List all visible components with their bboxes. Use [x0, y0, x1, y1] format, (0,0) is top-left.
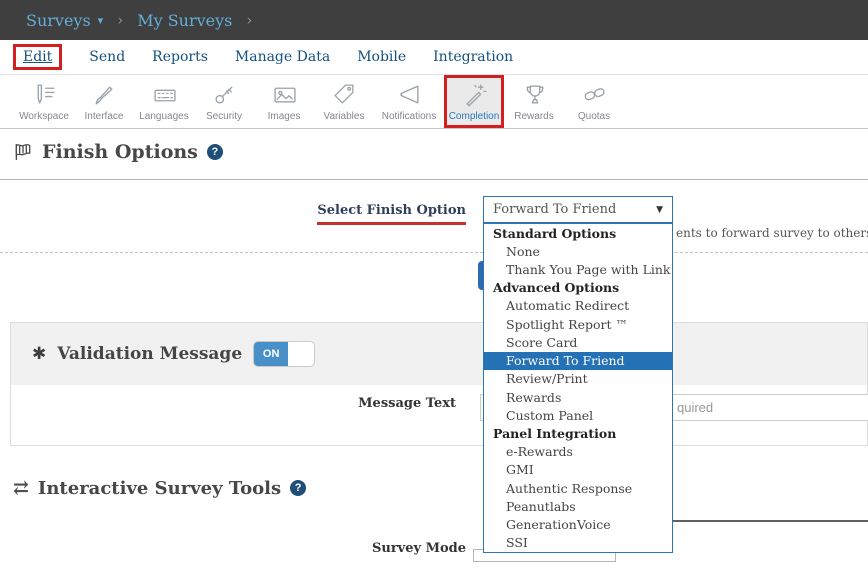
toolbar-label: Variables — [324, 111, 365, 122]
toolbar-label: Languages — [139, 111, 189, 122]
finish-flag-icon — [13, 142, 33, 162]
swap-arrows-icon: ⇄ — [13, 477, 29, 499]
dropdown-group-header: Standard Options — [484, 224, 672, 242]
dropdown-group-header: Panel Integration — [484, 424, 672, 442]
toolbar-label: Images — [268, 111, 301, 122]
tag-icon — [332, 82, 357, 107]
finish-option-selected-value: Forward To Friend — [493, 202, 616, 217]
dropdown-option[interactable]: e-Rewards — [484, 443, 672, 461]
dropdown-option[interactable]: GenerationVoice — [484, 516, 672, 534]
brush-icon — [92, 82, 117, 107]
toggle-on-label: ON — [254, 342, 288, 366]
toolbar-item-variables[interactable]: Variables — [314, 75, 374, 128]
toolbar-label: Interface — [85, 111, 124, 122]
chain-link-icon — [582, 82, 607, 107]
toolbar-item-languages[interactable]: Languages — [134, 75, 194, 128]
finish-option-select[interactable]: Forward To Friend ▼ — [483, 196, 673, 223]
menu-item-manage-data[interactable]: Manage Data — [235, 49, 330, 65]
finish-options-heading: Finish Options ? — [13, 141, 223, 163]
breadcrumb-surveys-label: Surveys — [26, 11, 91, 30]
section-divider — [0, 179, 868, 180]
menu-item-mobile[interactable]: Mobile — [357, 49, 406, 65]
breadcrumb-my-surveys-label: My Surveys — [137, 11, 232, 30]
toolbar-label: Notifications — [382, 111, 436, 122]
finish-option-dropdown: Standard Options None Thank You Page wit… — [483, 223, 673, 553]
breadcrumb-bar: Surveys ▾ › My Surveys › — [0, 0, 868, 40]
toolbar-label: Completion — [449, 111, 500, 122]
trophy-icon — [522, 82, 547, 107]
forward-helper-fragment: ents to forward survey to others. — [676, 226, 868, 240]
keyboard-icon — [152, 82, 177, 107]
magic-wand-icon — [462, 82, 487, 107]
toolbar-label: Quotas — [578, 111, 610, 122]
dropdown-option[interactable]: Custom Panel — [484, 406, 672, 424]
pen-list-icon — [32, 82, 57, 107]
help-icon[interactable]: ? — [290, 480, 306, 496]
dropdown-option[interactable]: Thank You Page with Link — [484, 260, 672, 278]
dropdown-option[interactable]: None — [484, 242, 672, 260]
select-finish-option-label-col: Select Finish Option — [0, 199, 466, 225]
dropdown-option[interactable]: Rewards — [484, 388, 672, 406]
chevron-down-icon: ▾ — [98, 14, 104, 27]
validation-title: Validation Message — [57, 344, 242, 364]
validation-message-card: ✱ Validation Message ON — [10, 322, 868, 446]
edit-toolbar: Workspace Interface Languages Security I… — [0, 75, 868, 129]
main-menu-bar: Edit Send Reports Manage Data Mobile Int… — [0, 40, 868, 75]
megaphone-icon — [397, 82, 422, 107]
dashed-divider — [0, 252, 868, 253]
toolbar-item-interface[interactable]: Interface — [74, 75, 134, 128]
dropdown-option[interactable]: Review/Print — [484, 370, 672, 388]
toolbar-item-completion[interactable]: Completion — [444, 75, 504, 128]
asterisk-icon: ✱ — [32, 344, 46, 364]
toolbar-label: Workspace — [19, 111, 69, 122]
dropdown-group-header: Advanced Options — [484, 279, 672, 297]
validation-toggle[interactable]: ON — [253, 341, 315, 367]
select-caret-icon: ▼ — [656, 205, 663, 215]
dropdown-option[interactable]: GMI — [484, 461, 672, 479]
interactive-tools-heading: ⇄ Interactive Survey Tools ? — [13, 477, 306, 499]
dropdown-option[interactable]: Peanutlabs — [484, 497, 672, 515]
toolbar-item-quotas[interactable]: Quotas — [564, 75, 624, 128]
toolbar-item-security[interactable]: Security — [194, 75, 254, 128]
breadcrumb-separator-icon: › — [117, 11, 123, 29]
dropdown-option[interactable]: Authentic Response — [484, 479, 672, 497]
breadcrumb-separator-icon: › — [246, 11, 252, 29]
menu-item-reports[interactable]: Reports — [152, 49, 208, 65]
menu-item-integration[interactable]: Integration — [433, 49, 513, 65]
dropdown-option[interactable]: Score Card — [484, 333, 672, 351]
dropdown-option-selected[interactable]: Forward To Friend — [484, 352, 672, 370]
toolbar-item-rewards[interactable]: Rewards — [504, 75, 564, 128]
validation-card-header: ✱ Validation Message ON — [11, 323, 867, 385]
toolbar-label: Rewards — [514, 111, 553, 122]
image-icon — [272, 82, 297, 107]
toolbar-item-workspace[interactable]: Workspace — [14, 75, 74, 128]
menu-item-edit[interactable]: Edit — [13, 44, 62, 70]
survey-mode-label: Survey Mode — [372, 541, 466, 556]
breadcrumb-my-surveys[interactable]: My Surveys — [137, 11, 232, 30]
section-title: Interactive Survey Tools — [38, 478, 281, 499]
toolbar-item-images[interactable]: Images — [254, 75, 314, 128]
survey-mode-label-col: Survey Mode — [0, 537, 466, 556]
forward-helper-text: ents to forward survey to others. ? — [676, 225, 868, 241]
dropdown-option[interactable]: SSI — [484, 534, 672, 552]
message-text-label: Message Text — [0, 396, 456, 411]
help-icon[interactable]: ? — [207, 144, 223, 160]
select-finish-option-label: Select Finish Option — [317, 203, 466, 225]
toolbar-item-notifications[interactable]: Notifications — [374, 75, 444, 128]
breadcrumb-surveys[interactable]: Surveys ▾ — [26, 11, 103, 30]
dropdown-option[interactable]: Spotlight Report ™ — [484, 315, 672, 333]
toolbar-label: Security — [206, 111, 242, 122]
key-icon — [212, 82, 237, 107]
menu-item-send[interactable]: Send — [89, 49, 125, 65]
dropdown-option[interactable]: Automatic Redirect — [484, 297, 672, 315]
section-title: Finish Options — [42, 141, 198, 163]
